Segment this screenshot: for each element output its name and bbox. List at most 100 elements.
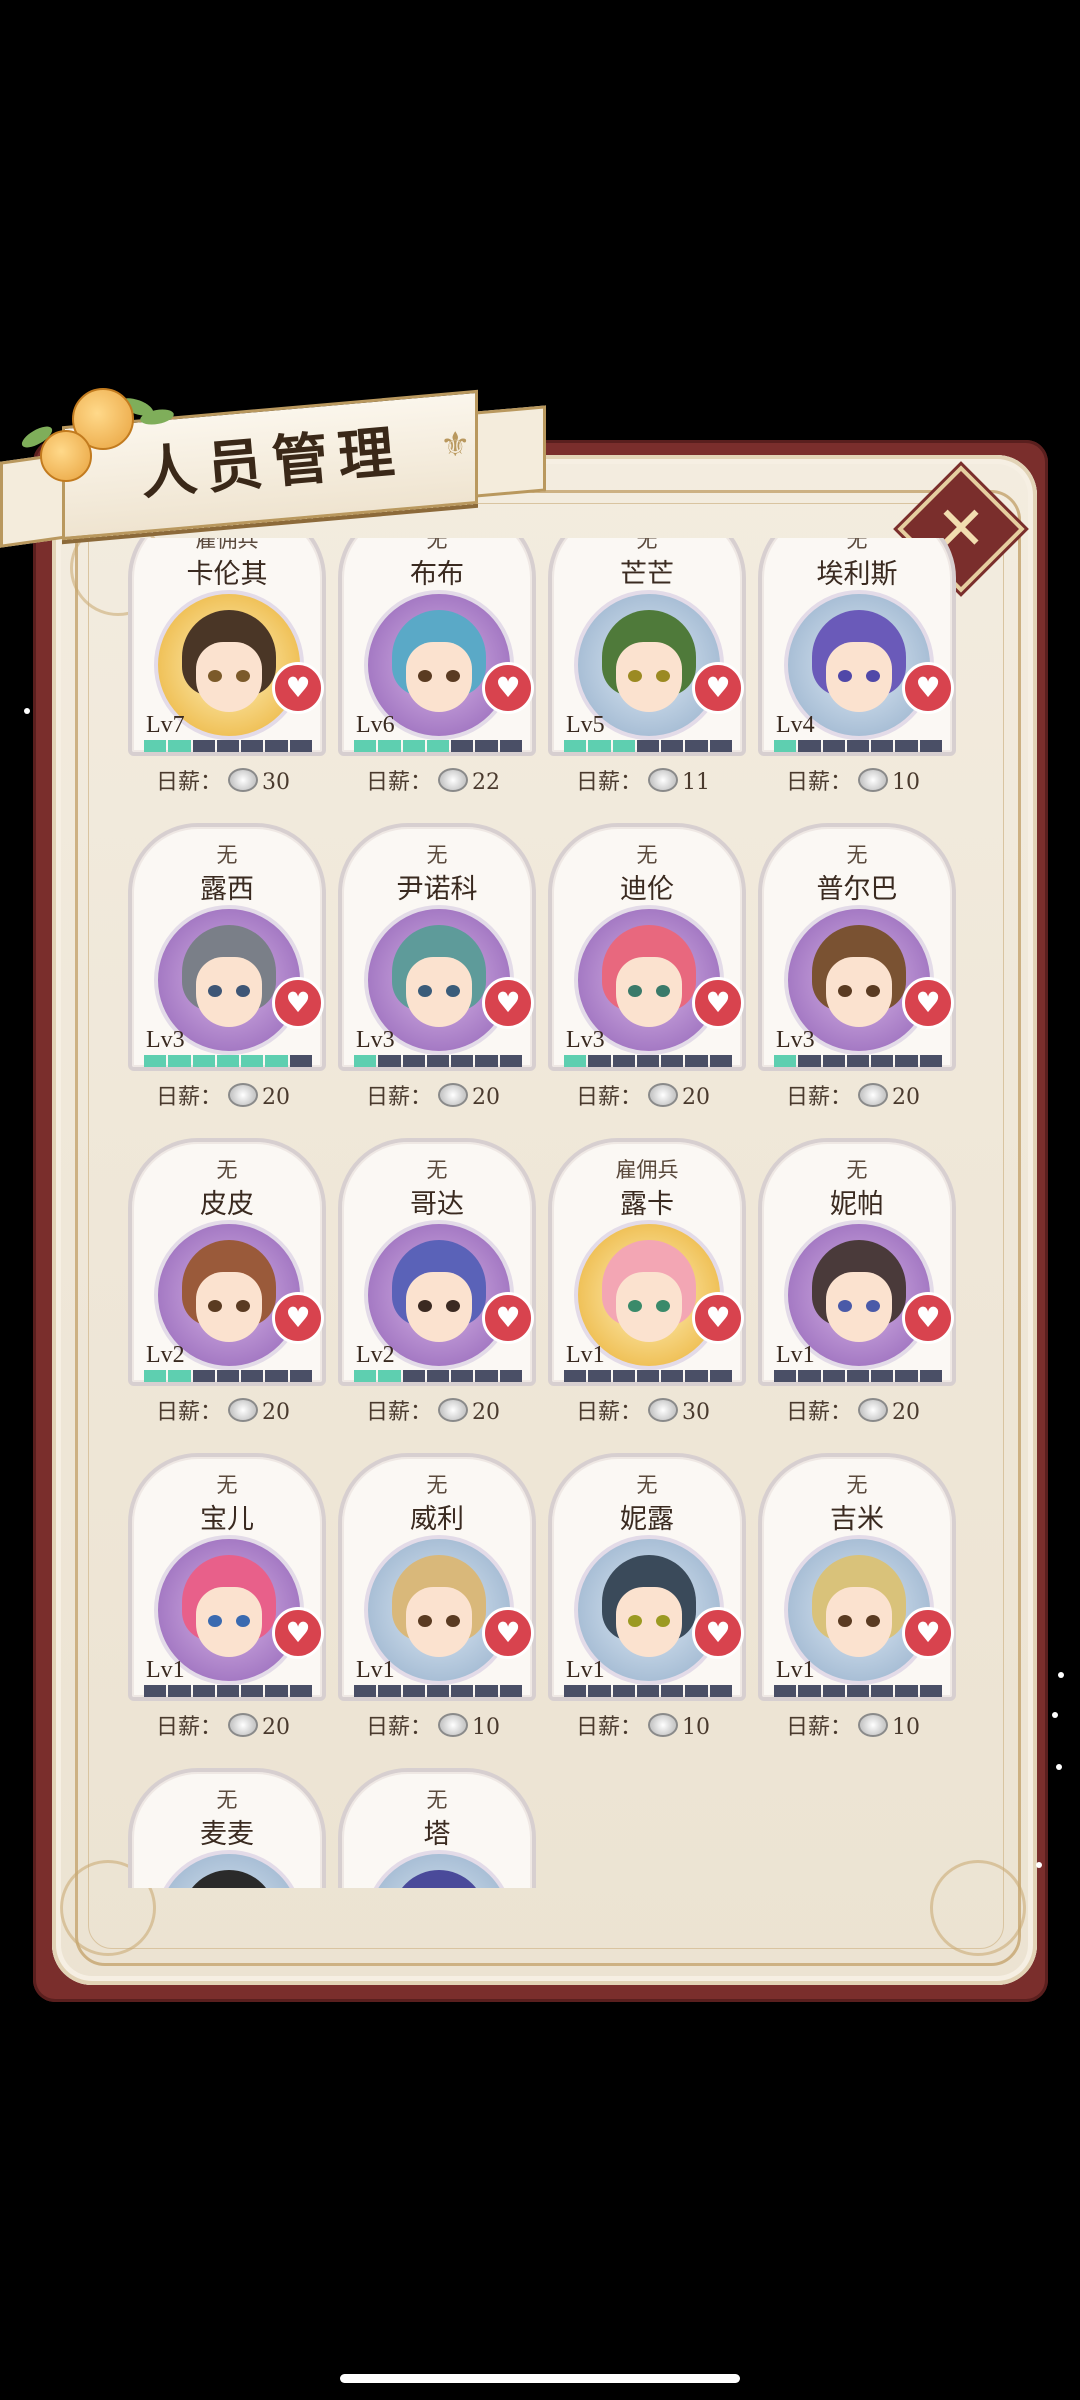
staff-list[interactable]: 雇佣兵 卡伦其 ♥ Lv7 日薪： 30 无 布布 ♥ Lv6 日薪： 22 无… [118,538,968,1888]
salary-value: 20 [262,1400,290,1425]
exp-segment [919,1685,942,1697]
salary-label: 日薪： [365,770,432,795]
staff-card[interactable]: 无 妮露 ♥ Lv1 日薪： 10 [538,1453,748,1753]
heart-icon[interactable]: ♥ [482,977,534,1029]
heart-icon[interactable]: ♥ [482,1292,534,1344]
staff-card[interactable]: 无 妮帕 ♥ Lv1 日薪： 20 [748,1138,958,1438]
exp-segment [895,1055,918,1067]
portrait-eye [628,1615,642,1627]
exp-bar [774,1685,942,1697]
salary-value: 30 [262,770,290,795]
portrait-eye [446,1300,460,1312]
exp-segment [774,1685,797,1697]
staff-salary: 日薪： 10 [538,1709,748,1741]
exp-segment [685,740,708,752]
staff-role: 无 [426,1158,448,1182]
heart-icon[interactable]: ♥ [692,1292,744,1344]
staff-level: Lv1 [146,1657,185,1683]
staff-card[interactable]: 无 芒芒 ♥ Lv5 日薪： 11 [538,538,748,808]
exp-segment [919,1055,942,1067]
staff-role: 无 [426,1473,448,1497]
exp-segment [354,1055,377,1067]
heart-icon[interactable]: ♥ [692,662,744,714]
portrait-eye [628,985,642,997]
staff-level: Lv1 [566,1342,605,1368]
heart-icon[interactable]: ♥ [902,1292,954,1344]
staff-card[interactable]: 无 迪伦 ♥ Lv3 日薪： 20 [538,823,748,1123]
heart-icon[interactable]: ♥ [902,977,954,1029]
staff-card[interactable]: 无 皮皮 ♥ Lv2 日薪： 20 [118,1138,328,1438]
exp-bar [144,740,312,752]
staff-level: Lv1 [356,1657,395,1683]
portrait-face [406,642,472,712]
staff-card[interactable]: 无 塔 ♥ 日薪： [328,1768,538,1888]
portrait-face [616,1587,682,1657]
exp-segment [871,1370,894,1382]
exp-segment [426,1685,450,1697]
exp-segment [564,1055,587,1067]
portrait-hair [182,1870,276,1888]
staff-card[interactable]: 无 麦麦 ♥ 日薪： [118,1768,328,1888]
portrait-eye [418,670,432,682]
exp-segment [192,1370,215,1382]
exp-segment [774,740,797,752]
heart-icon[interactable]: ♥ [482,1607,534,1659]
heart-icon[interactable]: ♥ [902,662,954,714]
portrait-eye [418,985,432,997]
staff-card-frame: 无 威利 ♥ Lv1 [338,1453,536,1701]
portrait-eye [866,985,880,997]
staff-name: 尹诺科 [396,874,478,905]
staff-card[interactable]: 无 露西 ♥ Lv3 日薪： 20 [118,823,328,1123]
staff-card[interactable]: 无 宝儿 ♥ Lv1 日薪： 20 [118,1453,328,1753]
staff-role: 无 [846,1158,868,1182]
staff-card-frame: 无 塔 ♥ [338,1768,536,1888]
exp-segment [774,1055,797,1067]
home-indicator[interactable] [340,2374,740,2383]
heart-icon[interactable]: ♥ [272,1607,324,1659]
staff-card[interactable]: 无 威利 ♥ Lv1 日薪： 10 [328,1453,538,1753]
exp-segment [798,1055,821,1067]
staff-card-frame: 无 尹诺科 ♥ Lv3 [338,823,536,1071]
sparkle-icon [1036,1862,1042,1868]
exp-bar [354,1370,522,1382]
staff-portrait[interactable] [364,1850,514,1888]
staff-card[interactable]: 雇佣兵 卡伦其 ♥ Lv7 日薪： 30 [118,538,328,808]
heart-icon[interactable]: ♥ [272,1292,324,1344]
staff-card-frame: 无 皮皮 ♥ Lv2 [128,1138,326,1386]
exp-segment [144,740,167,752]
heart-icon[interactable]: ♥ [692,1607,744,1659]
exp-segment [241,1055,264,1067]
staff-card[interactable]: 无 哥达 ♥ Lv2 日薪： 20 [328,1138,538,1438]
portrait-eye [656,1300,670,1312]
exp-segment [499,740,522,752]
portrait-face [826,957,892,1027]
salary-label: 日薪： [575,1715,642,1740]
exp-segment [822,1055,845,1067]
staff-name: 布布 [410,559,464,590]
portrait-face [406,957,472,1027]
heart-icon[interactable]: ♥ [272,662,324,714]
staff-card-frame: 无 露西 ♥ Lv3 [128,823,326,1071]
staff-card-frame: 无 妮露 ♥ Lv1 [548,1453,746,1701]
staff-card[interactable]: 无 吉米 ♥ Lv1 日薪： 10 [748,1453,958,1753]
ribbon-ornament-icon: ⚜ [440,425,471,465]
salary-value: 20 [262,1715,290,1740]
heart-icon[interactable]: ♥ [482,662,534,714]
staff-card[interactable]: 雇佣兵 露卡 ♥ Lv1 日薪： 30 [538,1138,748,1438]
heart-icon[interactable]: ♥ [692,977,744,1029]
staff-card[interactable]: 无 布布 ♥ Lv6 日薪： 22 [328,538,538,808]
heart-icon[interactable]: ♥ [902,1607,954,1659]
portrait-eye [418,1615,432,1627]
staff-card[interactable]: 无 普尔巴 ♥ Lv3 日薪： 20 [748,823,958,1123]
heart-icon[interactable]: ♥ [272,977,324,1029]
flower-icon [40,430,92,482]
staff-role: 无 [216,1158,238,1182]
staff-card-frame: 无 哥达 ♥ Lv2 [338,1138,536,1386]
staff-card[interactable]: 无 尹诺科 ♥ Lv3 日薪： 20 [328,823,538,1123]
staff-portrait[interactable] [154,1850,304,1888]
portrait-eye [446,985,460,997]
exp-segment [588,1370,611,1382]
staff-card[interactable]: 无 埃利斯 ♥ Lv4 日薪： 10 [748,538,958,808]
portrait-face [196,642,262,712]
salary-label: 日薪： [155,1715,222,1740]
